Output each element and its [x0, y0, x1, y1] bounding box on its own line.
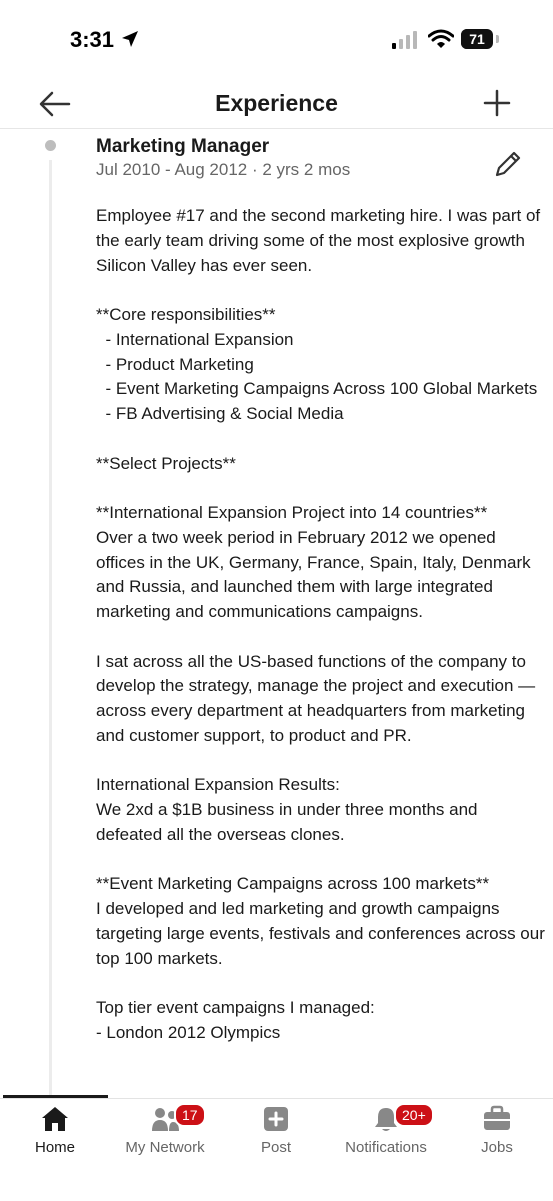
- post-icon: [264, 1107, 288, 1131]
- bottom-nav: Home 17 My Network Post 20+ Notification…: [0, 1098, 553, 1201]
- nav-jobs[interactable]: Jobs: [442, 1099, 552, 1169]
- wifi-icon: [428, 29, 454, 48]
- battery-level-text: 71: [469, 31, 485, 47]
- nav-home-label: Home: [34, 1139, 75, 1156]
- home-icon: [42, 1107, 68, 1131]
- nav-home[interactable]: Home: [0, 1099, 110, 1169]
- notifications-badge: 20+: [394, 1103, 434, 1127]
- top-header: Experience: [0, 80, 553, 129]
- status-time: 3:31: [70, 27, 115, 52]
- battery-nub: [496, 35, 499, 43]
- nav-post[interactable]: Post: [221, 1099, 331, 1169]
- battery-indicator: 71: [461, 29, 493, 49]
- plus-icon: [483, 89, 511, 117]
- job-dates: Jul 2010 - Aug 2012 · 2 yrs 2 mos: [96, 160, 351, 179]
- nav-notifications-label: Notifications: [345, 1139, 427, 1156]
- page-title: Experience: [215, 90, 338, 116]
- status-bar: 3:31 71: [0, 0, 553, 80]
- job-title: Marketing Manager: [96, 136, 270, 157]
- nav-post-label: Post: [260, 1139, 291, 1156]
- timeline-line: [49, 160, 52, 1095]
- nav-my-network-label: My Network: [125, 1139, 205, 1156]
- edit-experience-button[interactable]: [492, 148, 524, 180]
- nav-notifications[interactable]: 20+ Notifications: [331, 1099, 441, 1169]
- cellular-signal-icon: [392, 31, 417, 49]
- location-arrow-icon: [122, 31, 138, 47]
- job-description: Employee #17 and the second marketing hi…: [96, 206, 545, 1042]
- nav-jobs-label: Jobs: [481, 1139, 513, 1156]
- briefcase-icon: [484, 1105, 510, 1130]
- network-badge: 17: [174, 1103, 206, 1127]
- add-experience-button[interactable]: [482, 88, 512, 118]
- nav-my-network[interactable]: 17 My Network: [110, 1099, 220, 1169]
- pencil-icon: [495, 151, 521, 177]
- timeline-dot: [45, 140, 56, 151]
